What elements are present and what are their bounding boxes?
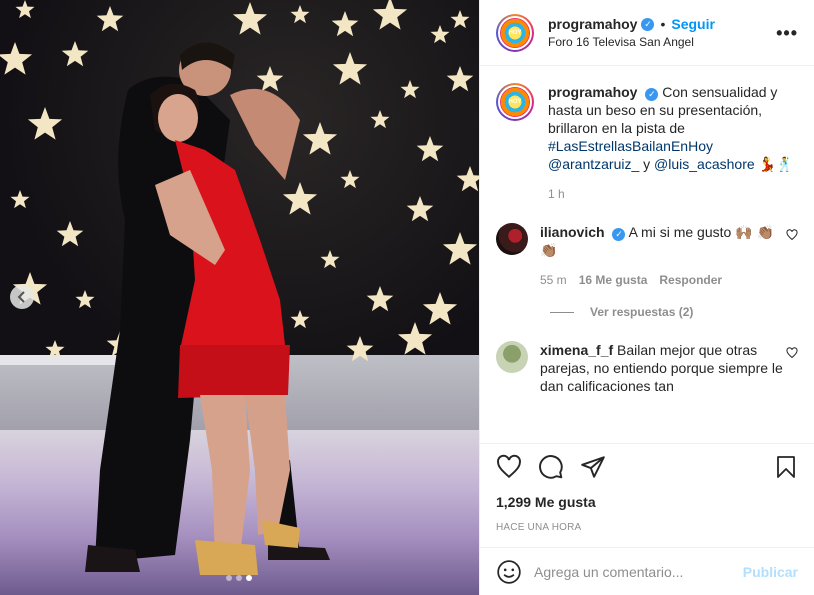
carousel-dot-active <box>246 575 252 581</box>
verified-badge-icon: ✓ <box>612 227 626 241</box>
follow-button[interactable]: Seguir <box>671 16 715 32</box>
carousel-prev-button[interactable] <box>10 285 34 309</box>
share-icon[interactable] <box>580 454 606 480</box>
caption-time[interactable]: 1 h <box>548 185 565 203</box>
hashtag-link[interactable]: #LasEstrellasBailanEnHoy <box>548 138 713 154</box>
comment-time[interactable]: 55 m <box>540 271 567 289</box>
mention-link[interactable]: @arantzaruiz_ <box>548 156 639 172</box>
caption: HOY programahoy ✓ Con sensualidad y hast… <box>496 83 798 203</box>
heart-icon[interactable] <box>786 229 798 241</box>
comment-item: ilianovich ✓ A mi si me gusto 🙌🏽 👏🏽👏🏽 55… <box>496 223 798 289</box>
reply-button[interactable]: Responder <box>659 271 722 289</box>
carousel-dot <box>226 575 232 581</box>
view-replies-label: Ver respuestas (2) <box>590 305 694 319</box>
post-location[interactable]: Foro 16 Televisa San Angel <box>548 35 776 49</box>
comment-input[interactable] <box>534 563 743 580</box>
commenter-username[interactable]: ximena_f_f <box>540 342 613 358</box>
comment-item: ximena_f_f Bailan mejor que otras pareja… <box>496 341 798 395</box>
heart-icon[interactable] <box>496 454 522 480</box>
comment-icon[interactable] <box>538 454 564 480</box>
likes-count[interactable]: 1,299 Me gusta <box>496 494 798 510</box>
caption-username[interactable]: programahoy <box>548 84 637 100</box>
post-photo[interactable] <box>0 0 479 595</box>
mention-link[interactable]: @luis_acashore <box>654 156 755 172</box>
caption-avatar[interactable]: HOY <box>496 83 534 121</box>
caption-logo: HOY <box>500 87 530 117</box>
emoji-icon[interactable] <box>496 559 522 585</box>
instagram-post-modal: HOY programahoy ✓ • Seguir Foro 16 Telev… <box>0 0 814 595</box>
bookmark-icon[interactable] <box>774 454 798 480</box>
post-sidebar: HOY programahoy ✓ • Seguir Foro 16 Telev… <box>479 0 814 595</box>
post-timestamp[interactable]: HACE UNA HORA <box>496 522 798 533</box>
commenter-avatar[interactable] <box>496 223 528 255</box>
add-comment-bar: Publicar <box>480 547 814 595</box>
dancers-illustration <box>0 0 479 575</box>
carousel-dot <box>236 575 242 581</box>
view-replies-button[interactable]: Ver respuestas (2) <box>550 305 798 319</box>
verified-badge-icon: ✓ <box>645 87 659 101</box>
post-actions: 1,299 Me gusta HACE UNA HORA <box>480 443 814 533</box>
post-comment-button[interactable]: Publicar <box>743 564 798 580</box>
separator: • <box>660 16 666 32</box>
author-logo: HOY <box>500 17 530 48</box>
carousel-dots <box>226 575 252 581</box>
comments-list: HOY programahoy ✓ Con sensualidad y hast… <box>480 67 814 443</box>
more-options-icon[interactable]: ••• <box>776 24 798 42</box>
caption-emojis: 💃🕺 <box>758 156 794 172</box>
verified-badge-icon: ✓ <box>641 17 655 31</box>
post-header: HOY programahoy ✓ • Seguir Foro 16 Telev… <box>480 0 814 66</box>
comment-likes[interactable]: 16 Me gusta <box>579 271 648 289</box>
caption-connector: y <box>643 156 651 172</box>
chevron-left-icon <box>17 291 25 303</box>
commenter-avatar[interactable] <box>496 341 528 373</box>
heart-icon[interactable] <box>786 347 798 359</box>
commenter-username[interactable]: ilianovich <box>540 224 605 240</box>
author-username[interactable]: programahoy <box>548 16 637 32</box>
author-avatar[interactable]: HOY <box>496 13 534 52</box>
